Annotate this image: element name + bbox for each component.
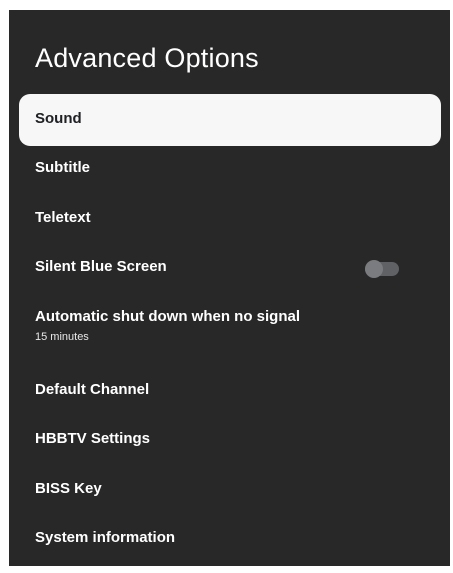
menu-item-sound[interactable]: Sound — [19, 94, 441, 146]
menu-item-hbbtv-settings[interactable]: HBBTV Settings — [19, 430, 441, 460]
silent-blue-screen-toggle[interactable] — [365, 260, 399, 278]
menu-item-value: 15 minutes — [35, 331, 89, 343]
menu-item-label: Subtitle — [35, 159, 90, 176]
menu-item-label: HBBTV Settings — [35, 430, 151, 447]
menu-item-label: BISS Key — [35, 480, 102, 497]
menu-item-teletext[interactable]: Teletext — [19, 209, 441, 239]
advanced-options-panel: Advanced Options Sound Subtitle Teletext… — [9, 10, 450, 566]
menu-item-system-information[interactable]: System information — [19, 529, 441, 559]
menu-item-label: Sound — [35, 110, 82, 127]
menu-item-auto-shutdown[interactable]: Automatic shut down when no signal 15 mi… — [19, 308, 441, 352]
menu-item-subtitle[interactable]: Subtitle — [19, 159, 441, 189]
menu-item-biss-key[interactable]: BISS Key — [19, 480, 441, 510]
toggle-knob — [365, 260, 383, 278]
menu-item-silent-blue-screen[interactable]: Silent Blue Screen — [19, 258, 441, 288]
menu-item-label: Automatic shut down when no signal — [35, 308, 300, 325]
panel-title: Advanced Options — [35, 43, 259, 73]
menu-item-label: Default Channel — [35, 381, 150, 398]
menu-item-label: System information — [35, 529, 176, 546]
menu-item-default-channel[interactable]: Default Channel — [19, 381, 441, 411]
menu-item-label: Teletext — [35, 209, 91, 226]
